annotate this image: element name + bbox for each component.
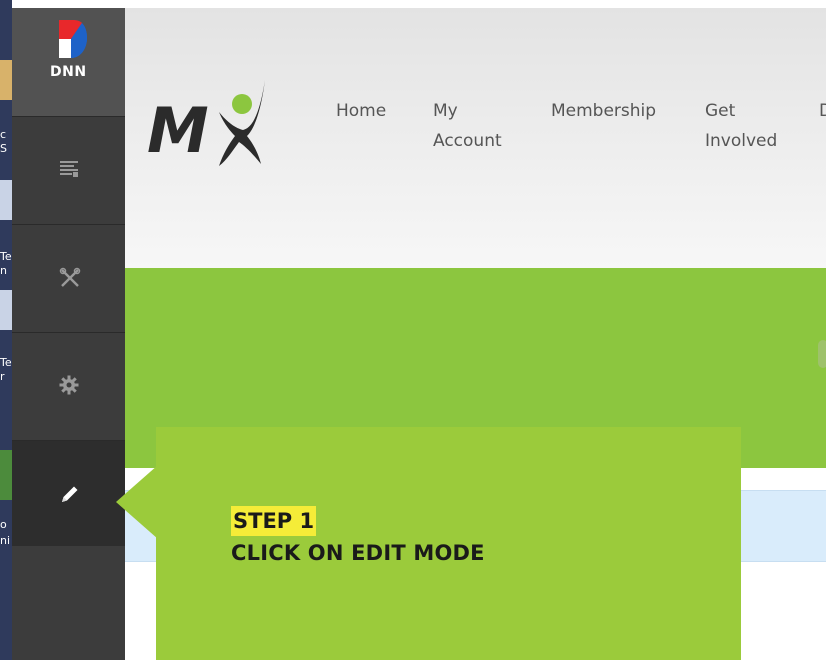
nav-truncated-link[interactable]: D — [819, 96, 826, 126]
persona-settings-button[interactable] — [12, 332, 125, 438]
desktop-window-fragment — [0, 450, 12, 500]
nav-my-account-link[interactable]: My Account — [433, 96, 502, 156]
desktop-text-fragment: Te — [0, 250, 12, 263]
desktop-text-fragment: n — [0, 264, 7, 277]
desktop-window-fragment — [0, 290, 12, 330]
dnn-logo-text: DNN — [50, 64, 87, 80]
desktop-window-fragment — [0, 180, 12, 220]
top-margin — [12, 0, 826, 8]
desktop-window-fragment — [0, 60, 12, 100]
edit-pencil-icon — [62, 486, 78, 502]
dnn-logo-button[interactable]: DNN — [12, 8, 125, 116]
desktop-text-fragment: ni — [0, 534, 11, 547]
mx-logo[interactable]: M — [147, 70, 297, 170]
nav-membership-link[interactable]: Membership — [551, 96, 656, 126]
desktop-background-strip: c S Te n Te r o ni — [0, 0, 12, 660]
tools-icon — [59, 267, 81, 287]
callout-step-label: STEP 1 — [231, 506, 317, 536]
callout-pointer — [116, 465, 158, 539]
persona-bar: DNN — [12, 8, 125, 660]
nav-get-involved-link[interactable]: Get Involved — [705, 96, 777, 156]
persona-tools-button[interactable] — [12, 224, 125, 330]
persona-edit-mode-button[interactable] — [12, 440, 125, 546]
mx-logo-dot — [232, 94, 252, 114]
banner-slider-handle[interactable] — [818, 340, 826, 368]
callout-instruction: CLICK ON EDIT MODE — [231, 541, 485, 565]
desktop-text-fragment: Te — [0, 356, 12, 369]
settings-gear-icon — [59, 375, 79, 395]
desktop-text-fragment: c — [0, 128, 7, 141]
mx-logo-letter-m: M — [147, 94, 209, 167]
persona-content-button[interactable] — [12, 116, 125, 222]
desktop-text-fragment: o — [0, 518, 7, 531]
content-icon — [60, 161, 78, 177]
site-header: M Home My Account Membership Get Involve… — [125, 8, 826, 268]
desktop-text-fragment: S — [0, 142, 7, 155]
nav-home-link[interactable]: Home — [336, 96, 386, 126]
desktop-text-fragment: r — [0, 370, 5, 383]
dnn-logo-icon — [59, 20, 87, 58]
